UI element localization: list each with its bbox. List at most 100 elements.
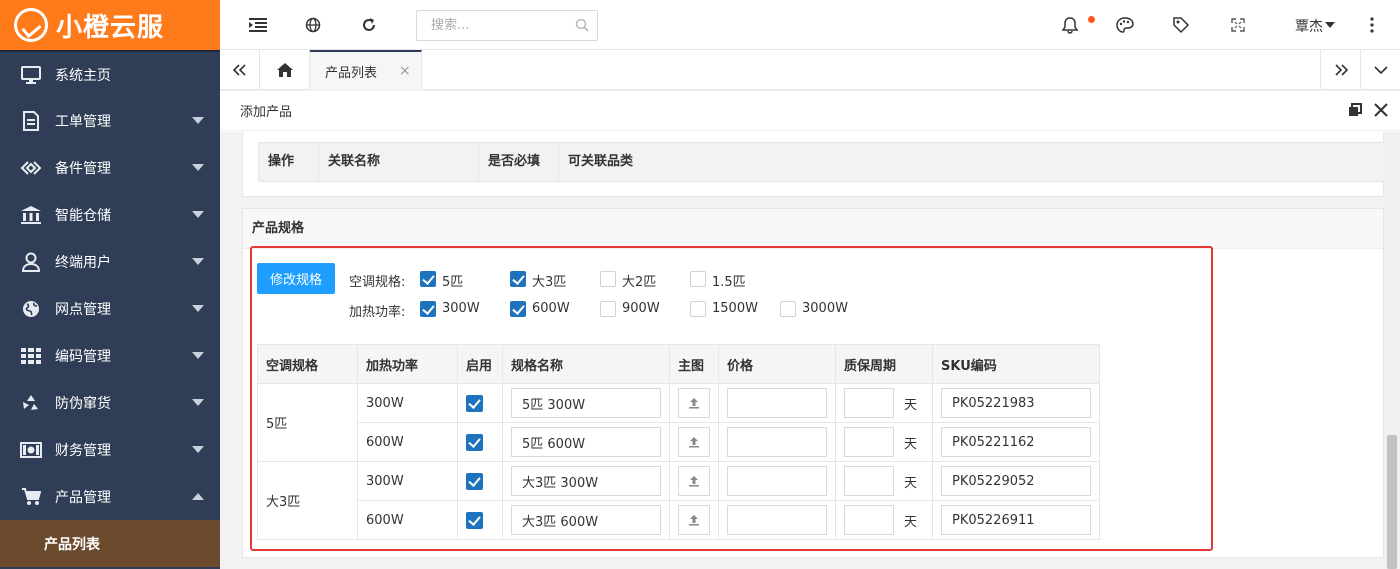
- document-icon: [20, 110, 42, 132]
- price-input[interactable]: [727, 427, 827, 457]
- upload-icon[interactable]: [678, 427, 710, 457]
- more-vertical-icon[interactable]: [1361, 14, 1383, 36]
- logo[interactable]: 小橙云服: [0, 0, 220, 50]
- close-icon[interactable]: ×: [399, 63, 411, 79]
- username[interactable]: 覃杰: [1295, 16, 1323, 36]
- globe-icon[interactable]: [302, 14, 324, 36]
- sidebar-item-anticounterfeit[interactable]: 防伪窜货: [0, 379, 220, 426]
- column-header: 规格名称: [502, 344, 670, 384]
- sku-cell: [932, 383, 1100, 423]
- upload-icon[interactable]: [678, 505, 710, 535]
- panel-header: 添加产品: [220, 91, 1400, 131]
- sidebar-item-outlets[interactable]: 网点管理: [0, 285, 220, 332]
- column-header: 价格: [718, 344, 836, 384]
- sidebar-menu: 系统主页 工单管理 备件管理 智能仓储 终端用户 网点管理 编码管理 防伪窜货 …: [0, 50, 220, 520]
- search-icon[interactable]: [575, 18, 589, 32]
- image-cell: [669, 461, 719, 501]
- enabled-checkbox[interactable]: [466, 394, 483, 412]
- search-input[interactable]: [417, 11, 567, 40]
- logo-text: 小橙云服: [56, 12, 165, 43]
- sidebar-item-spareparts[interactable]: 备件管理: [0, 144, 220, 191]
- scrollbar-thumb[interactable]: [1387, 435, 1397, 569]
- upload-icon[interactable]: [678, 388, 710, 418]
- warranty-input[interactable]: [844, 505, 894, 535]
- refresh-icon[interactable]: [358, 14, 380, 36]
- topbar: 覃杰: [220, 0, 1400, 50]
- diamond-icon: [20, 157, 42, 179]
- spec-name-input[interactable]: [511, 427, 661, 457]
- enabled-checkbox[interactable]: [466, 433, 483, 451]
- sku-code-input[interactable]: [941, 505, 1091, 535]
- sku-cell: [932, 461, 1100, 501]
- price-input[interactable]: [727, 505, 827, 535]
- restore-icon[interactable]: [1348, 103, 1362, 121]
- modify-spec-button[interactable]: 修改规格: [257, 263, 335, 294]
- chevron-down-icon: [192, 164, 204, 171]
- close-icon[interactable]: [1374, 103, 1388, 121]
- spec-name-input[interactable]: [511, 505, 661, 535]
- tab-scroll-left-icon[interactable]: [220, 50, 260, 90]
- menu-toggle-icon[interactable]: [247, 14, 269, 36]
- chevron-down-icon[interactable]: [1360, 50, 1400, 90]
- price-input[interactable]: [727, 388, 827, 418]
- relation-card: 操作 关联名称 是否必填 可关联品类: [242, 132, 1385, 197]
- warranty-input[interactable]: [844, 466, 894, 496]
- bell-icon[interactable]: [1059, 14, 1081, 36]
- day-unit: 天: [904, 436, 918, 452]
- tab-scroll-right-icon[interactable]: [1320, 50, 1360, 90]
- sidebar-subitem-product-list[interactable]: 产品列表: [0, 520, 220, 567]
- palette-icon[interactable]: [1114, 14, 1136, 36]
- table-row: 5匹 300W 天: [257, 383, 1100, 462]
- image-cell: [669, 383, 719, 423]
- sku-code-input[interactable]: [941, 388, 1091, 418]
- sidebar-item-warehouse[interactable]: 智能仓储: [0, 191, 220, 238]
- fullscreen-icon[interactable]: [1227, 14, 1249, 36]
- upload-icon[interactable]: [678, 466, 710, 496]
- warranty-input[interactable]: [844, 427, 894, 457]
- home-icon[interactable]: [260, 50, 310, 90]
- monitor-icon: [20, 64, 42, 86]
- checkbox-spec-big3p[interactable]: [510, 271, 526, 287]
- scrollbar[interactable]: [1384, 132, 1400, 569]
- warranty-input[interactable]: [844, 388, 894, 418]
- globe-icon: [20, 298, 42, 320]
- spec-group-label: 加热功率:: [349, 305, 406, 320]
- warranty-cell: 天: [835, 500, 933, 540]
- checkbox-spec-1-5p[interactable]: [690, 271, 706, 287]
- checkbox-power-3000w[interactable]: [780, 301, 796, 317]
- sidebar-item-label: 编码管理: [55, 348, 111, 365]
- sku-code-input[interactable]: [941, 466, 1091, 496]
- sku-code-input[interactable]: [941, 427, 1091, 457]
- sidebar-item-products[interactable]: 产品管理: [0, 473, 220, 520]
- chevron-down-icon: [192, 258, 204, 265]
- price-input[interactable]: [727, 466, 827, 496]
- sidebar-item-home[interactable]: 系统主页: [0, 50, 220, 97]
- cart-icon: [20, 486, 42, 508]
- checkbox-spec-5p[interactable]: [420, 271, 436, 287]
- search-box: [416, 10, 598, 41]
- checkbox-power-1500w[interactable]: [690, 301, 706, 317]
- checkbox-power-900w[interactable]: [600, 301, 616, 317]
- checkbox-power-600w[interactable]: [510, 301, 526, 317]
- column-header: 启用: [457, 344, 503, 384]
- tag-icon[interactable]: [1170, 14, 1192, 36]
- table-row: 大3匹 300W 天: [257, 461, 1100, 540]
- enabled-checkbox[interactable]: [466, 511, 483, 529]
- chevron-down-icon[interactable]: [1325, 22, 1335, 28]
- checkbox-label: 900W: [622, 301, 660, 316]
- bank-icon: [20, 204, 42, 226]
- spec-name-input[interactable]: [511, 388, 661, 418]
- sidebar-item-finance[interactable]: 财务管理: [0, 426, 220, 473]
- tab-product-list[interactable]: 产品列表 ×: [310, 50, 422, 90]
- checkbox-power-300w[interactable]: [420, 301, 436, 317]
- enabled-checkbox[interactable]: [466, 472, 483, 490]
- column-header: 操作: [259, 143, 319, 181]
- sidebar-item-endusers[interactable]: 终端用户: [0, 238, 220, 285]
- spec-name-input[interactable]: [511, 466, 661, 496]
- sidebar-item-label: 产品管理: [55, 489, 111, 506]
- checkbox-spec-big2p[interactable]: [600, 271, 616, 287]
- sidebar: 小橙云服 系统主页 工单管理 备件管理 智能仓储 终端用户 网点管理 编码管理 …: [0, 0, 220, 569]
- table-header-row: 空调规格 加热功率 启用 规格名称 主图 价格 质保周期 SKU编码: [257, 344, 1100, 384]
- sidebar-item-codes[interactable]: 编码管理: [0, 332, 220, 379]
- sidebar-item-workorder[interactable]: 工单管理: [0, 97, 220, 144]
